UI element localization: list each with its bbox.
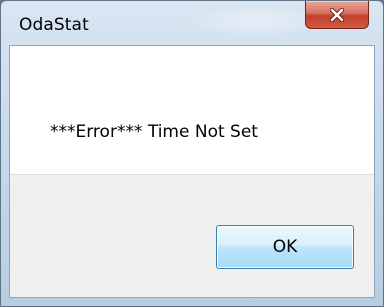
dialog-client-area: ***Error*** Time Not Set OK: [9, 45, 375, 298]
button-bar: OK: [10, 174, 374, 297]
message-area: ***Error*** Time Not Set: [10, 46, 374, 174]
error-message: ***Error*** Time Not Set: [50, 122, 258, 142]
dialog-window: OdaStat ***Error*** Time Not Set OK: [0, 0, 384, 307]
window-title: OdaStat: [19, 15, 89, 35]
close-button[interactable]: [305, 1, 369, 29]
close-icon: [329, 7, 345, 22]
ok-button[interactable]: OK: [216, 225, 354, 269]
title-bar[interactable]: OdaStat: [1, 1, 383, 45]
